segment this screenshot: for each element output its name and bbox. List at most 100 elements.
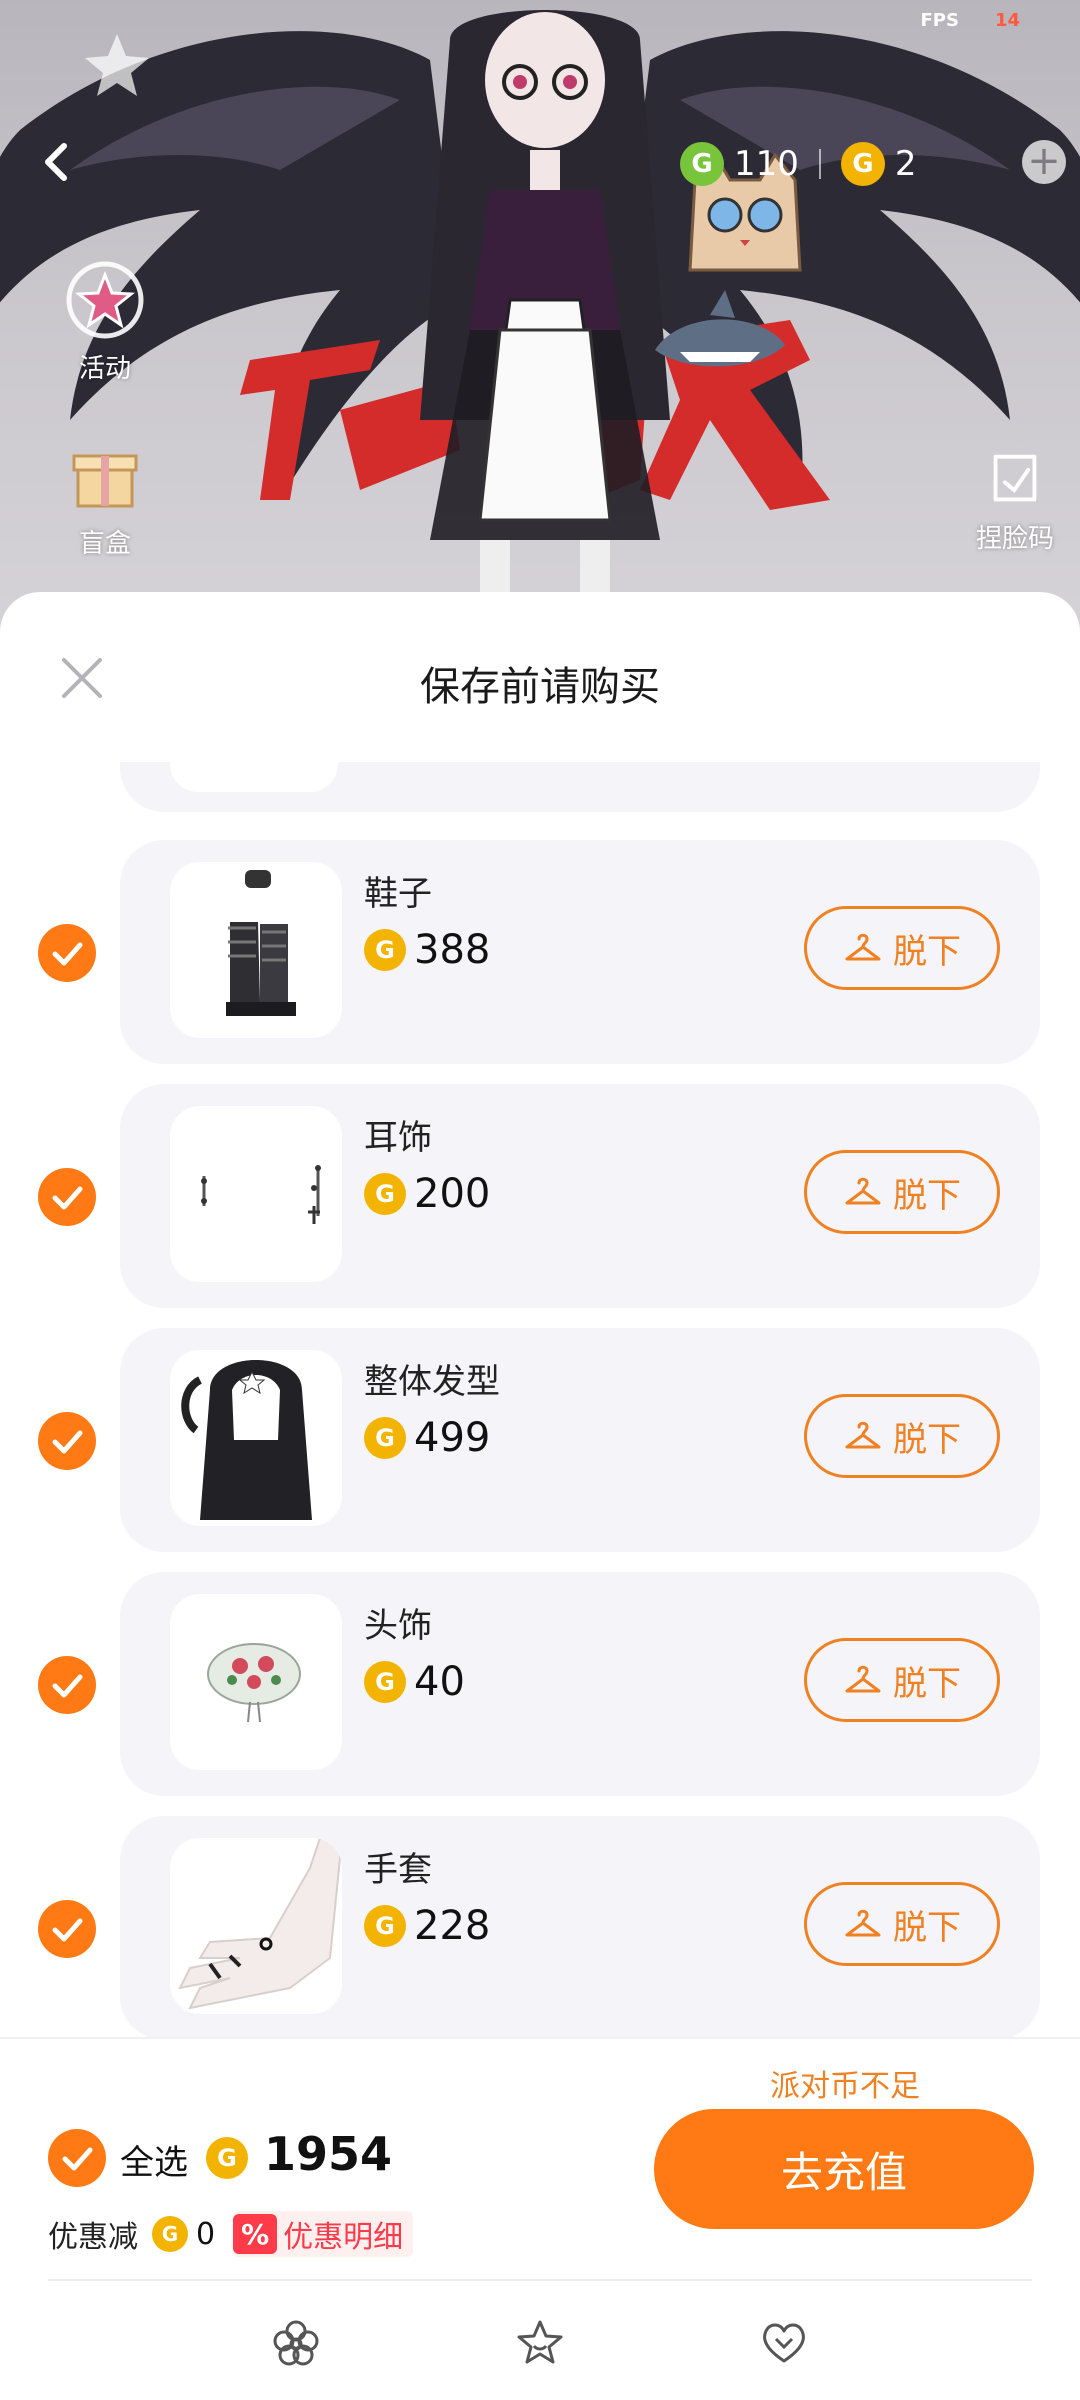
- purchase-sheet: 保存前请购买 鞋子 G 388 脱下 耳饰 G 200 脱下 整体发型 G 49…: [0, 592, 1080, 2400]
- bottom-tab-bar: [0, 2309, 1080, 2389]
- fps-counter: FPS 14: [920, 10, 1020, 31]
- list-item: 整体发型 G 499 脱下: [0, 1328, 1080, 1552]
- face-code-label: 捏脸码: [975, 524, 1054, 554]
- hair-thumbnail: [170, 1350, 342, 1526]
- item-checkbox[interactable]: [38, 924, 96, 982]
- back-arrow-icon[interactable]: [36, 140, 80, 184]
- glove-image: [178, 1838, 342, 2010]
- item-price: G 200: [364, 1168, 490, 1220]
- item-card: 头饰 G 40 脱下: [120, 1572, 1040, 1796]
- face-code-button[interactable]: 捏脸码: [955, 445, 1075, 555]
- recharge-button[interactable]: 去充值: [654, 2109, 1034, 2229]
- remove-label: 脱下: [893, 931, 961, 972]
- item-checkbox[interactable]: [38, 1656, 96, 1714]
- item-price-value: 388: [414, 927, 491, 973]
- remove-label: 脱下: [893, 1663, 961, 1704]
- item-card: 耳饰 G 200 脱下: [120, 1084, 1040, 1308]
- item-price: G 228: [364, 1900, 490, 1952]
- item-list[interactable]: 鞋子 G 388 脱下 耳饰 G 200 脱下 整体发型 G 499 脱下 头饰…: [0, 762, 1080, 2037]
- item-price-value: 499: [414, 1415, 491, 1461]
- gold-g-coin-icon: G: [364, 1661, 406, 1703]
- item-card: 鞋子 G 388 脱下: [120, 840, 1040, 1064]
- select-all-checkbox[interactable]: [48, 2129, 106, 2187]
- item-name: 手套: [364, 1850, 432, 1890]
- discount-label: 优惠减: [48, 2220, 138, 2255]
- footer-divider: [48, 2279, 1032, 2281]
- total-price: 1954: [264, 2127, 393, 2181]
- list-item: 耳饰 G 200 脱下: [0, 1084, 1080, 1308]
- remove-item-button[interactable]: 脱下: [804, 1882, 1000, 1966]
- gold-g-coin-icon: G: [364, 1173, 406, 1215]
- hanger-icon: [845, 1421, 881, 1449]
- remove-item-button[interactable]: 脱下: [804, 906, 1000, 990]
- list-item: 鞋子 G 388 脱下: [0, 840, 1080, 1064]
- blind-box-button[interactable]: 盲盒: [50, 430, 160, 560]
- green-coin-value: 110: [734, 144, 799, 184]
- discount-detail-label: 优惠明细: [283, 2220, 404, 2255]
- face-code-icon: [993, 454, 1037, 502]
- item-price: G 499: [364, 1412, 490, 1464]
- item-price-value: 40: [414, 1659, 465, 1705]
- shark-pet-graphic: [655, 290, 785, 367]
- gold-g-coin-icon: G: [840, 142, 885, 186]
- boots-image: [226, 870, 296, 1016]
- item-checkbox[interactable]: [38, 1412, 96, 1470]
- heart-icon[interactable]: [758, 2317, 810, 2369]
- item-price: G 388: [364, 924, 490, 976]
- percent-badge-icon: %: [233, 2214, 278, 2254]
- item-checkbox[interactable]: [38, 1168, 96, 1226]
- hanger-icon: [845, 1909, 881, 1937]
- beret-image: [207, 1643, 301, 1723]
- sheet-header: 保存前请购买: [0, 592, 1080, 762]
- checkmark-icon: [52, 1674, 83, 1698]
- insufficient-notice: 派对币不足: [770, 2069, 920, 2104]
- partial-item-thumbnail: [170, 762, 338, 792]
- checkmark-icon: [52, 1918, 83, 1942]
- item-checkbox[interactable]: [38, 1900, 96, 1958]
- star-icon[interactable]: [514, 2317, 566, 2369]
- fps-value: 14: [994, 10, 1020, 31]
- remove-item-button[interactable]: 脱下: [804, 1394, 1000, 1478]
- activity-button[interactable]: 活动: [50, 255, 160, 385]
- discount-row: 优惠减 G 0 % 优惠明细: [48, 2211, 414, 2257]
- item-price-value: 200: [414, 1171, 491, 1217]
- item-price-value: 228: [414, 1903, 491, 1949]
- discount-detail-button[interactable]: % 优惠明细: [233, 2211, 414, 2257]
- currency-bar: G 110 G 2: [680, 136, 917, 192]
- gold-g-coin-icon: G: [206, 2137, 248, 2179]
- discount-value: 0: [196, 2216, 216, 2252]
- item-name: 鞋子: [364, 874, 432, 914]
- hanger-icon: [845, 1665, 881, 1693]
- select-all-label[interactable]: 全选: [120, 2135, 188, 2184]
- item-card: 整体发型 G 499 脱下: [120, 1328, 1040, 1552]
- beret-thumbnail: [170, 1594, 342, 1770]
- gold-g-coin-icon: G: [364, 1417, 406, 1459]
- partial-item-card: [120, 762, 1040, 812]
- gold-g-coin-icon: G: [364, 929, 406, 971]
- gold-g-coin-icon: G: [152, 2216, 188, 2252]
- remove-label: 脱下: [893, 1419, 961, 1460]
- green-g-coin-icon: G: [680, 142, 724, 186]
- item-name: 耳饰: [364, 1118, 432, 1158]
- currency-divider: [818, 149, 821, 179]
- flower-icon[interactable]: [270, 2317, 322, 2369]
- gold-g-coin-icon: G: [364, 1905, 406, 1947]
- remove-label: 脱下: [893, 1907, 961, 1948]
- gift-box-icon: [72, 454, 138, 508]
- list-item: 头饰 G 40 脱下: [0, 1572, 1080, 1796]
- checkmark-icon: [62, 2147, 93, 2171]
- add-currency-button[interactable]: +: [1022, 140, 1066, 184]
- checkmark-icon: [52, 942, 83, 966]
- item-price: G 40: [364, 1656, 465, 1708]
- gold-coin-value: 2: [894, 144, 917, 184]
- checkmark-icon: [52, 1186, 83, 1210]
- activity-label: 活动: [78, 354, 131, 384]
- blind-box-label: 盲盒: [78, 529, 131, 559]
- remove-item-button[interactable]: 脱下: [804, 1150, 1000, 1234]
- remove-item-button[interactable]: 脱下: [804, 1638, 1000, 1722]
- checkmark-icon: [52, 1430, 83, 1454]
- remove-label: 脱下: [893, 1175, 961, 1216]
- item-card: 手套 G 228 脱下: [120, 1816, 1040, 2037]
- item-name: 整体发型: [364, 1362, 500, 1402]
- earrings-thumbnail: [170, 1106, 342, 1282]
